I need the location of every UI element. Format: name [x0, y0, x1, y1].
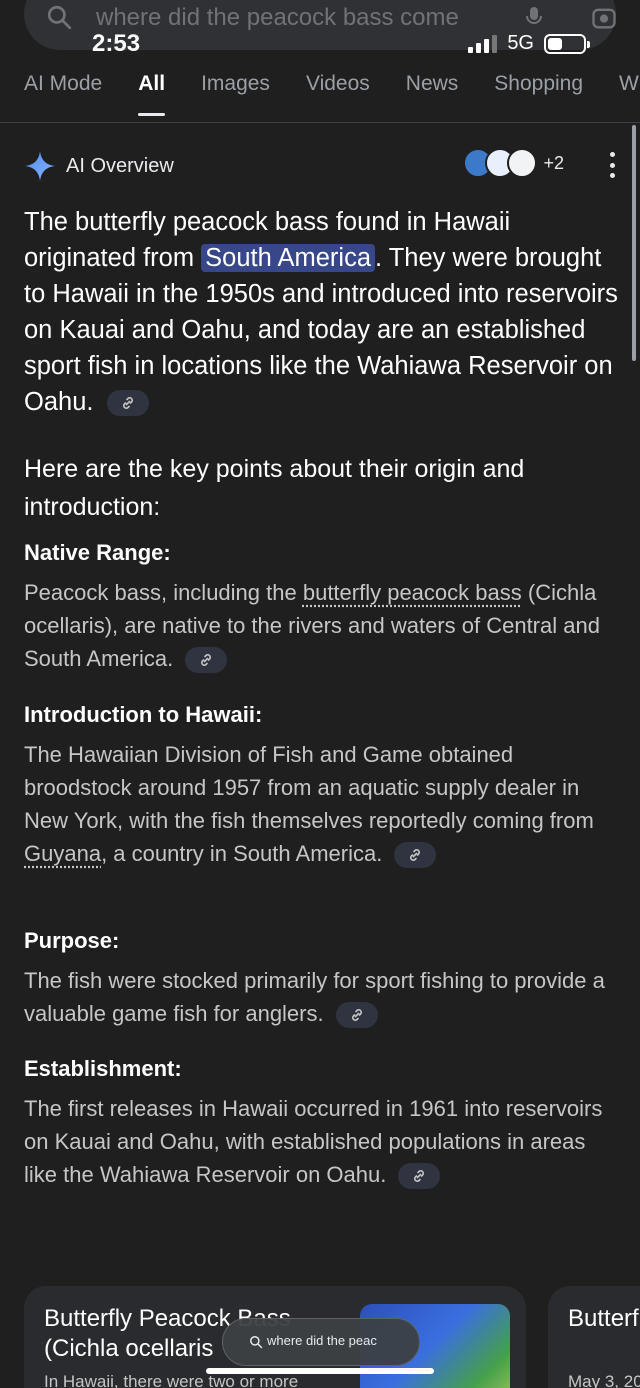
citation-link-button[interactable] — [394, 842, 436, 868]
floating-search-query: where did the peac — [267, 1333, 397, 1348]
link-icon — [120, 395, 136, 411]
gemini-spark-icon — [24, 150, 56, 182]
link-icon — [349, 1007, 365, 1023]
section-purpose: Purpose: The fish were stocked primarily… — [24, 928, 614, 1030]
citation-link-button[interactable] — [107, 390, 149, 416]
lens-icon[interactable] — [590, 4, 618, 32]
citation-link-button[interactable] — [336, 1002, 378, 1028]
key-points-heading: Here are the key points about their orig… — [24, 450, 614, 526]
tab-ai-mode[interactable]: AI Mode — [24, 62, 102, 110]
status-time: 2:53 — [92, 30, 140, 58]
tab-videos[interactable]: Videos — [306, 62, 370, 110]
search-query[interactable]: where did the peacock bass come — [96, 4, 486, 32]
source-card-snippet: May 3, 20 — [568, 1372, 640, 1388]
tab-shopping[interactable]: Shopping — [494, 62, 583, 110]
entity-link-guyana[interactable]: Guyana — [24, 841, 101, 866]
status-indicators: 5G — [468, 32, 586, 55]
link-icon — [411, 1168, 427, 1184]
section-introduction: Introduction to Hawaii: The Hawaiian Div… — [24, 702, 614, 870]
ai-overview-header: AI Overview +2 — [24, 148, 616, 184]
source-avatars[interactable]: +2 — [471, 148, 564, 178]
source-count: +2 — [543, 153, 564, 174]
battery-icon — [544, 34, 586, 54]
highlighted-answer: South America — [201, 244, 375, 272]
source-favicon — [507, 148, 537, 178]
scrollbar[interactable] — [632, 125, 636, 361]
home-indicator[interactable] — [206, 1368, 434, 1374]
ai-summary: The butterfly peacock bass found in Hawa… — [24, 204, 618, 420]
source-card-snippet: In Hawaii, there were two or more — [44, 1372, 298, 1388]
more-options-icon[interactable] — [608, 152, 616, 178]
entity-link-butterfly-peacock-bass[interactable]: butterfly peacock bass — [303, 580, 522, 605]
link-icon — [407, 847, 423, 863]
search-icon — [46, 4, 72, 30]
mic-icon[interactable] — [522, 2, 546, 32]
link-icon — [198, 652, 214, 668]
tabs-divider — [0, 122, 640, 123]
tab-all[interactable]: All — [138, 62, 165, 110]
section-native-range: Native Range: Peacock bass, including th… — [24, 540, 614, 675]
search-tabs: AI Mode All Images Videos News Shopping … — [24, 62, 640, 110]
signal-icon — [468, 35, 497, 53]
search-icon — [249, 1335, 263, 1349]
tab-images[interactable]: Images — [201, 62, 270, 110]
floating-search-bar[interactable]: where did the peac — [222, 1318, 420, 1366]
network-label: 5G — [507, 32, 534, 55]
tab-more[interactable]: W — [619, 62, 639, 110]
source-card-title: Butterf (Cichla — [568, 1304, 640, 1334]
tab-news[interactable]: News — [406, 62, 459, 110]
citation-link-button[interactable] — [185, 647, 227, 673]
citation-link-button[interactable] — [398, 1163, 440, 1189]
source-card[interactable]: Butterf (Cichla May 3, 20 — [548, 1286, 640, 1388]
section-establishment: Establishment: The first releases in Haw… — [24, 1056, 614, 1191]
ai-overview-title: AI Overview — [66, 155, 174, 178]
